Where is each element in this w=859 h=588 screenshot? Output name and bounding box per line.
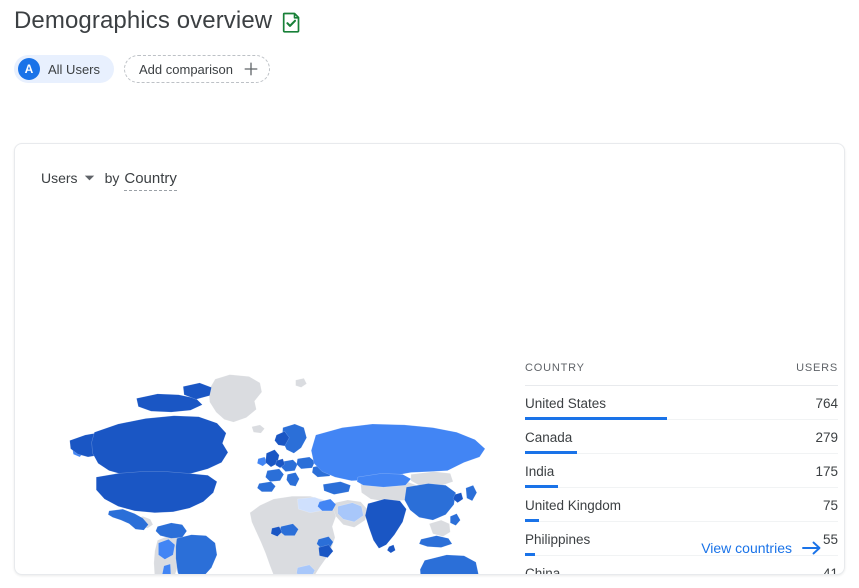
table-row[interactable]: United Kingdom 75 (525, 488, 838, 522)
table-row[interactable]: India 175 (525, 454, 838, 488)
arrow-right-icon (802, 541, 822, 555)
region-sri-lanka (387, 545, 395, 553)
dimension-selector[interactable]: Country (124, 170, 177, 191)
document-check-icon (282, 12, 301, 33)
row-users-value: 41 (823, 566, 838, 576)
card-header: Users by Country (41, 170, 177, 191)
region-canada (92, 416, 228, 477)
region-russia (311, 424, 485, 481)
by-word: by (105, 170, 120, 186)
table-row[interactable]: Canada 279 (525, 420, 838, 454)
region-svalbard (296, 378, 307, 387)
row-users-value: 764 (815, 396, 838, 411)
map-countries (70, 375, 493, 575)
add-comparison-label: Add comparison (139, 62, 233, 77)
row-users-value: 75 (823, 498, 838, 513)
column-header-country: COUNTRY (525, 362, 585, 374)
table-row-inner: Canada 279 (525, 420, 838, 453)
chip-all-users[interactable]: A All Users (14, 55, 114, 83)
row-users-value: 175 (815, 464, 838, 479)
region-greenland (209, 375, 262, 423)
region-japan (466, 485, 477, 501)
region-china (405, 483, 456, 520)
region-sea-base (429, 520, 450, 536)
view-countries-link[interactable]: View countries (701, 540, 822, 556)
metric-label: Users (41, 170, 78, 186)
row-country-label[interactable]: United Kingdom (525, 498, 621, 513)
row-users-value: 55 (823, 532, 838, 547)
region-philippines (450, 514, 460, 526)
row-country-label[interactable]: Canada (525, 430, 572, 445)
view-countries-label: View countries (701, 540, 792, 556)
avatar: A (18, 58, 40, 80)
world-map[interactable] (45, 359, 507, 575)
row-country-label[interactable]: China (525, 566, 560, 576)
demographics-overview-page: Demographics overview A All Users Add co… (0, 0, 859, 588)
row-country-label[interactable]: India (525, 464, 554, 479)
world-map-svg (45, 359, 507, 575)
row-users-value: 279 (815, 430, 838, 445)
table-row-inner: China 41 (525, 556, 838, 575)
region-spain (257, 482, 275, 492)
table-row[interactable]: United States 764 (525, 386, 838, 420)
column-header-users: USERS (796, 362, 838, 374)
region-india (365, 499, 406, 548)
region-indonesia (419, 536, 452, 548)
region-argentina (166, 574, 186, 575)
region-france (265, 469, 283, 482)
users-by-country-card: Users by Country (14, 143, 845, 575)
table-row[interactable]: China 41 (525, 556, 838, 575)
region-colombia-venezuela (156, 523, 187, 539)
row-country-label[interactable]: United States (525, 396, 606, 411)
region-turkey (323, 482, 350, 495)
region-brazil (176, 535, 217, 575)
chip-all-users-label: All Users (48, 62, 100, 77)
metric-selector[interactable]: Users (41, 170, 95, 186)
table-row-inner: India 175 (525, 454, 838, 487)
comparison-chips-row: A All Users Add comparison (14, 55, 270, 83)
region-australia (420, 555, 479, 575)
row-country-label[interactable]: Philippines (525, 532, 590, 547)
page-title: Demographics overview (14, 6, 272, 36)
table-header-row: COUNTRY USERS (525, 362, 838, 386)
page-header: Demographics overview (14, 6, 301, 36)
region-iceland (252, 425, 265, 433)
plus-icon (243, 61, 259, 77)
add-comparison-button[interactable]: Add comparison (124, 55, 270, 83)
region-italy (287, 473, 300, 487)
table-row-inner: United Kingdom 75 (525, 488, 838, 521)
table-row-inner: United States 764 (525, 386, 838, 419)
chevron-down-icon (84, 174, 95, 182)
region-poland (297, 457, 315, 469)
region-united-states (96, 472, 217, 513)
region-mexico (108, 509, 148, 530)
